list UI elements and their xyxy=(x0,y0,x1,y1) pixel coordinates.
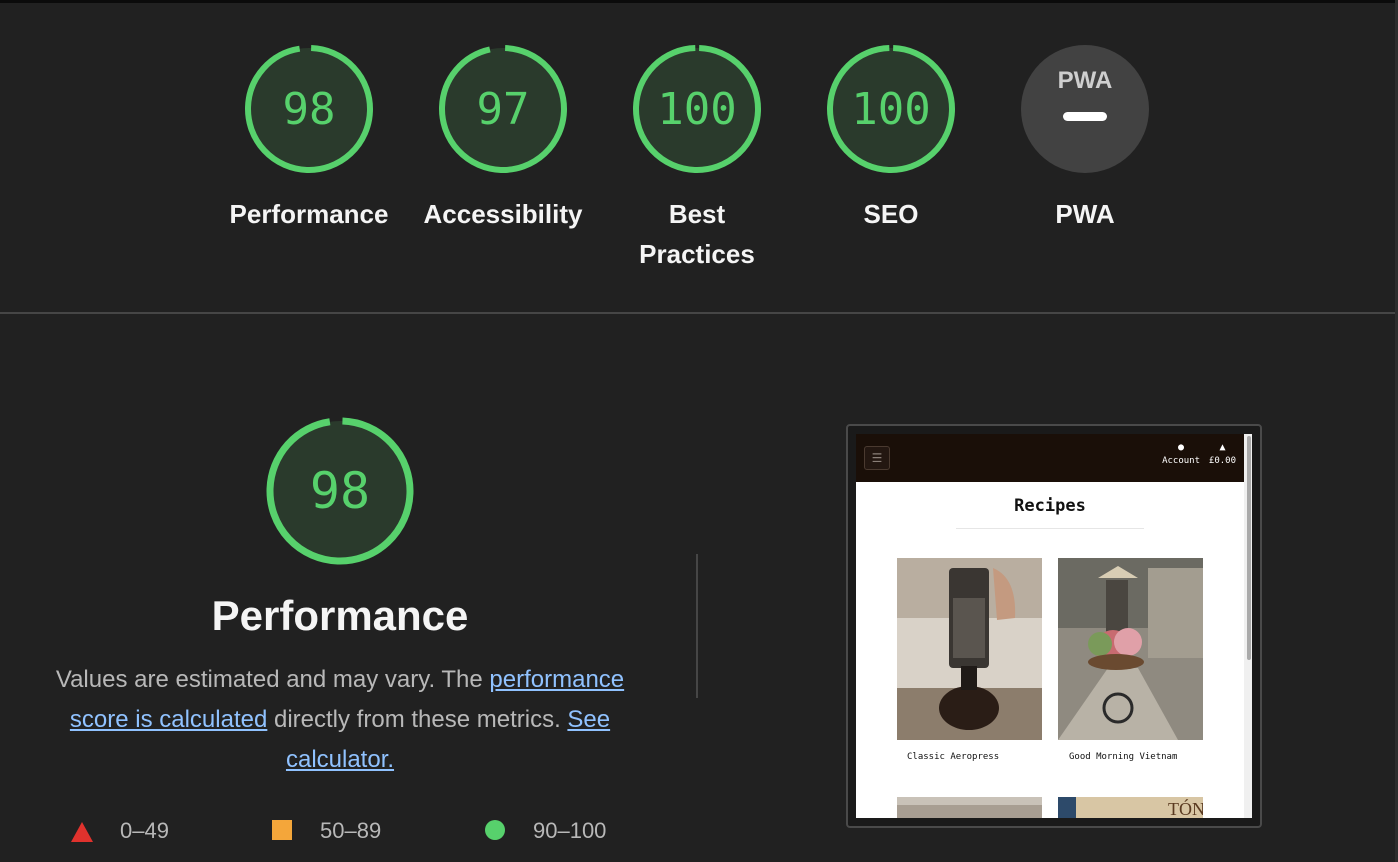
gauge-label: PWA xyxy=(1055,199,1115,229)
gauge-label: Accessibility xyxy=(423,199,583,229)
score-legend: 0–49 50–89 90–100 xyxy=(70,812,690,848)
aeropress-photo xyxy=(897,558,1042,740)
performance-description: Values are estimated and may vary. The p… xyxy=(40,660,640,780)
gauge-ring: 97 xyxy=(439,44,567,173)
gauge-ring: 100 xyxy=(633,44,761,173)
description-text: directly from these metrics. xyxy=(267,706,568,733)
description-text: Values are estimated and may vary. The xyxy=(55,666,490,693)
fail-triangle-icon xyxy=(71,822,93,842)
user-icon: ● xyxy=(1178,442,1185,453)
recipe-photo: TÓN xyxy=(1058,797,1203,818)
gauge-score: 98 xyxy=(283,84,336,135)
gauge-score: 100 xyxy=(851,84,930,135)
vietnam-photo xyxy=(1058,558,1203,740)
screenshot-scrollbar xyxy=(1244,434,1252,818)
average-square-icon xyxy=(272,820,292,840)
gauge-ring: PWA xyxy=(1021,45,1149,173)
gauge-accessibility[interactable]: 97 Accessibility xyxy=(413,44,593,234)
gauge-seo[interactable]: 100 SEO xyxy=(801,44,981,234)
gauge-label: Performance xyxy=(229,199,389,229)
gauge-performance[interactable]: 98 Performance xyxy=(219,44,399,234)
score-gauges: 98 Performance 97 Accessibility 100 Best… xyxy=(0,0,1398,312)
gauge-score: 97 xyxy=(477,84,530,135)
recipe-photo xyxy=(897,797,1042,818)
performance-gauge[interactable]: 98 xyxy=(266,417,414,565)
cart-total: £0.00 xyxy=(1208,456,1236,466)
legend-average: 50–89 xyxy=(320,818,382,843)
screenshot-scroll-thumb xyxy=(1247,436,1251,660)
vertical-separator xyxy=(696,554,698,698)
gauge-best-practices[interactable]: 100 Best Practices xyxy=(607,44,787,274)
gauge-ring: 100 xyxy=(827,44,955,173)
gauge-label: Best Practices xyxy=(639,199,755,269)
site-navbar: ☰ ● Account ▲ £0.00 xyxy=(856,434,1244,482)
performance-score: 98 xyxy=(310,462,370,520)
svg-text:TÓN: TÓN xyxy=(1168,798,1203,818)
card-caption: Good Morning Vietnam xyxy=(1069,752,1178,762)
gauge-label: SEO xyxy=(863,199,919,229)
screenshot-page: ☰ ● Account ▲ £0.00 Recipes Classic Aero… xyxy=(856,434,1252,818)
account-label: Account xyxy=(1162,456,1200,466)
hamburger-icon: ☰ xyxy=(864,446,890,470)
gauge-score: 100 xyxy=(657,84,736,135)
legend-fail: 0–49 xyxy=(120,818,169,843)
cart-link: ▲ £0.00 xyxy=(1209,442,1236,468)
card-caption: Classic Aeropress xyxy=(907,752,1000,762)
basket-icon: ▲ xyxy=(1219,442,1226,453)
performance-title: Performance xyxy=(211,592,469,639)
heading-rule xyxy=(956,528,1144,529)
pass-circle-icon xyxy=(485,820,505,840)
dash-icon xyxy=(1063,112,1107,121)
section-divider xyxy=(0,312,1395,314)
pwa-badge-icon: PWA xyxy=(1058,67,1113,94)
gauge-pwa[interactable]: PWA PWA xyxy=(995,44,1175,234)
recipes-heading: Recipes xyxy=(1014,496,1086,516)
legend-pass: 90–100 xyxy=(533,818,607,843)
gauge-ring: 98 xyxy=(245,44,373,173)
final-screenshot[interactable]: ☰ ● Account ▲ £0.00 Recipes Classic Aero… xyxy=(846,424,1262,828)
account-link: ● Account xyxy=(1162,442,1200,468)
